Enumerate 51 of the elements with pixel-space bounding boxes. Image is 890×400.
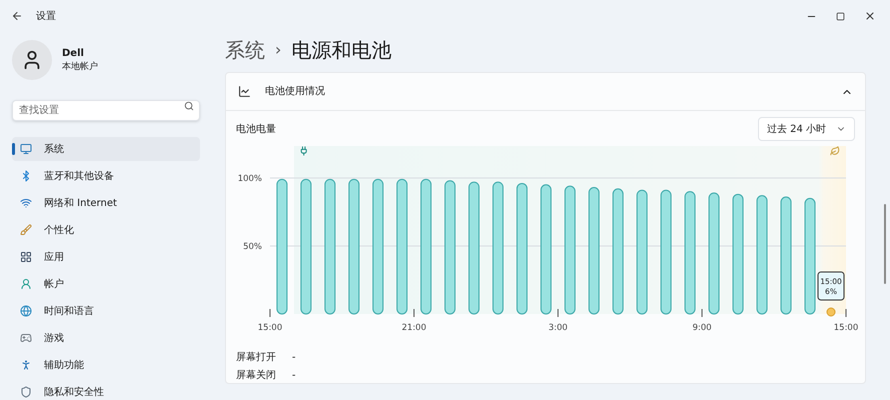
sidebar-item[interactable]: 系统 (12, 137, 200, 161)
maximize-icon (836, 12, 845, 20)
sidebar-item[interactable]: 隐私和安全性 (12, 380, 200, 400)
y-tick-label: 100% (238, 174, 262, 184)
breadcrumb-separator: › (275, 39, 282, 61)
current-point-dot (826, 308, 836, 316)
window-title: 设置 (36, 10, 56, 24)
globe-icon (20, 305, 32, 317)
brush-icon (20, 224, 32, 236)
sidebar-item[interactable]: 网络和 Internet (12, 191, 200, 215)
sidebar-item[interactable]: 时间和语言 (12, 299, 200, 323)
card-header[interactable]: 电池使用情况 (226, 73, 865, 111)
stat-label: 屏幕打开 (236, 350, 277, 365)
time-range-dropdown[interactable]: 过去 24 小时 (758, 117, 855, 141)
avatar (12, 40, 52, 80)
bluetooth-icon (20, 170, 32, 182)
sidebar-item[interactable]: 个性化 (12, 218, 200, 242)
account-type: 本地帐户 (62, 60, 98, 74)
x-tick-label: 21:00 (402, 323, 426, 333)
stat-value: - (292, 369, 296, 383)
leaf-icon (830, 146, 840, 156)
plug-icon (300, 146, 307, 156)
sidebar-item[interactable]: 蓝牙和其他设备 (12, 164, 200, 188)
gamepad-icon (20, 332, 32, 344)
search-icon (184, 101, 194, 111)
account-name: Dell (62, 46, 85, 61)
x-tick-label: 9:00 (692, 323, 712, 333)
breadcrumb-parent[interactable]: 系统 (225, 35, 265, 65)
person-icon (20, 278, 32, 290)
sidebar-item[interactable]: 帐户 (12, 272, 200, 296)
line-chart-icon (238, 85, 251, 98)
sidebar-item[interactable]: 辅助功能 (12, 353, 200, 377)
x-tick-label: 15:00 (834, 323, 858, 333)
x-tick-label: 15:00 (258, 323, 282, 333)
sidebar-item[interactable]: 游戏 (12, 326, 200, 350)
page-title: 电源和电池 (291, 37, 392, 64)
sidebar-item[interactable]: 应用 (12, 245, 200, 269)
stat-value: - (292, 351, 296, 365)
battery-level-label: 电池电量 (236, 122, 276, 136)
shield-icon (20, 386, 32, 398)
stat-label: 屏幕关闭 (236, 368, 277, 383)
y-tick-label: 50% (243, 242, 262, 252)
monitor-icon (20, 143, 32, 155)
scrollbar[interactable] (884, 204, 886, 284)
x-tick-label: 3:00 (548, 323, 568, 333)
back-button[interactable] (10, 9, 24, 23)
close-icon (864, 10, 876, 22)
card-title: 电池使用情况 (265, 84, 325, 99)
accessibility-icon (20, 359, 32, 371)
apps-icon (20, 251, 32, 263)
search-field[interactable]: 查找设置 (12, 100, 200, 121)
